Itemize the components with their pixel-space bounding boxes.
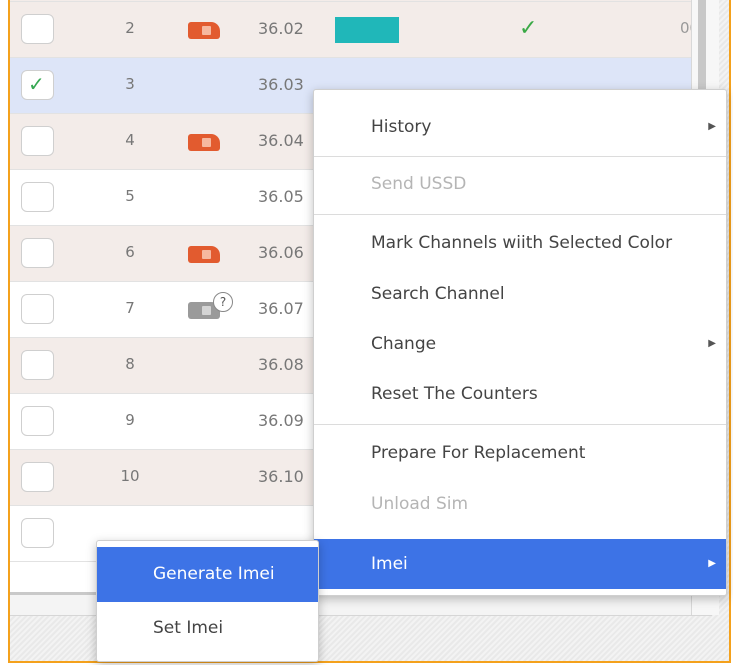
menu-item-set-imei[interactable]: Set Imei	[97, 601, 318, 656]
sim-icon	[188, 134, 220, 151]
table-row[interactable]: 2 36.02 ✓ 00	[10, 2, 691, 58]
menu-item-label: Search Channel	[371, 284, 505, 304]
row-number: 6	[125, 243, 135, 261]
channel-id: 36.05	[258, 187, 304, 206]
question-mark-icon: ?	[213, 292, 233, 312]
channel-id: 36.02	[258, 19, 304, 38]
row-checkbox[interactable]	[21, 294, 54, 324]
color-swatch	[335, 17, 399, 43]
menu-item-search-channel[interactable]: Search Channel	[314, 269, 726, 319]
row-checkbox[interactable]	[21, 126, 54, 156]
submenu-arrow-icon: ▶	[708, 121, 716, 132]
menu-item-label: History	[371, 117, 432, 137]
context-menu: History ▶ Send USSD Mark Channels wiith …	[313, 89, 727, 596]
menu-item-unload-sim: Unload Sim	[314, 479, 726, 529]
menu-item-label: Reset The Counters	[371, 384, 538, 404]
checkmark-icon: ✓	[28, 72, 45, 96]
row-number: 5	[125, 187, 135, 205]
menu-separator	[314, 214, 726, 215]
channel-id: 36.04	[258, 131, 304, 150]
row-checkbox[interactable]	[21, 350, 54, 380]
row-number: 8	[125, 355, 135, 373]
menu-item-reset-counters[interactable]: Reset The Counters	[314, 369, 726, 419]
row-number: 4	[125, 131, 135, 149]
sim-icon	[188, 246, 220, 263]
menu-item-label: Set Imei	[153, 618, 224, 638]
menu-item-label: Imei	[371, 554, 408, 574]
channel-id: 36.07	[258, 299, 304, 318]
menu-item-label: Unload Sim	[371, 494, 469, 514]
channel-id: 36.09	[258, 411, 304, 430]
menu-item-label: Prepare For Replacement	[371, 443, 586, 463]
row-number: 7	[125, 299, 135, 317]
status-check-icon: ✓	[519, 16, 538, 41]
channel-id: 36.03	[258, 75, 304, 94]
menu-item-prepare-replacement[interactable]: Prepare For Replacement	[314, 428, 726, 478]
truncated-value: 00	[680, 19, 691, 37]
row-checkbox-checked[interactable]: ✓	[21, 70, 54, 100]
menu-item-label: Mark Channels wiith Selected Color	[371, 233, 673, 253]
imei-submenu: Generate Imei Set Imei	[96, 540, 319, 662]
row-number: 9	[125, 411, 135, 429]
row-checkbox[interactable]	[21, 462, 54, 492]
submenu-arrow-icon: ▶	[708, 338, 716, 349]
menu-item-send-ussd: Send USSD	[314, 159, 726, 209]
menu-item-label: Change	[371, 334, 437, 354]
menu-separator	[314, 156, 726, 157]
row-number: 3	[125, 75, 135, 93]
menu-item-label: Send USSD	[371, 174, 467, 194]
menu-item-mark-channels[interactable]: Mark Channels wiith Selected Color	[314, 218, 726, 268]
row-checkbox[interactable]	[21, 238, 54, 268]
menu-item-generate-imei[interactable]: Generate Imei	[97, 547, 318, 602]
channel-id: 36.10	[258, 467, 304, 486]
channel-id: 36.08	[258, 355, 304, 374]
row-checkbox[interactable]	[21, 518, 54, 548]
row-checkbox[interactable]	[21, 182, 54, 212]
row-number: 2	[125, 19, 135, 37]
menu-item-history[interactable]: History ▶	[314, 102, 726, 152]
menu-item-imei[interactable]: Imei ▶	[314, 539, 726, 589]
row-checkbox[interactable]	[21, 14, 54, 44]
menu-separator	[314, 424, 726, 425]
menu-item-label: Generate Imei	[153, 564, 275, 584]
menu-item-change[interactable]: Change ▶	[314, 319, 726, 369]
sim-icon	[188, 22, 220, 39]
row-number: 10	[120, 467, 140, 485]
row-checkbox[interactable]	[21, 406, 54, 436]
channel-id: 36.06	[258, 243, 304, 262]
submenu-arrow-icon: ▶	[708, 558, 716, 569]
